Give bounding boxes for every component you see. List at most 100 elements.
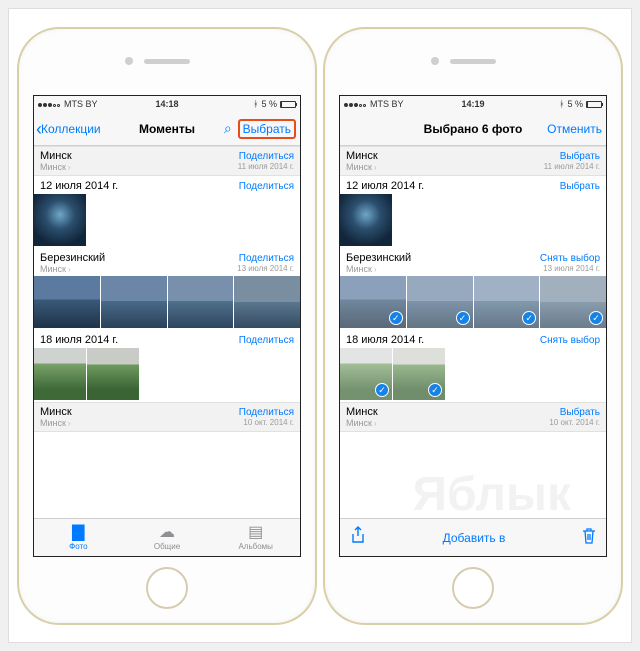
section-subtitle: Минск›: [346, 264, 411, 274]
section-date: 11 июля 2014 г.: [544, 162, 600, 171]
cancel-button[interactable]: Отменить: [547, 122, 602, 136]
phone-speaker: [144, 59, 190, 64]
nav-title: Выбрано 6 фото: [424, 122, 523, 136]
section-title: 12 июля 2014 г.: [40, 180, 118, 192]
section-title: Минск: [40, 150, 72, 162]
photo-thumbnail-selected[interactable]: ✓: [340, 276, 406, 328]
share-button[interactable]: [350, 526, 366, 549]
share-icon: [350, 526, 366, 544]
section-header[interactable]: 18 июля 2014 г. Поделиться: [34, 330, 300, 348]
back-button[interactable]: ‹ Коллекции: [34, 120, 101, 138]
section-header[interactable]: Минск Минск› Поделиться 11 июля 2014 г.: [34, 146, 300, 176]
status-right: ᚼ 5 %: [253, 99, 296, 109]
signal-dots-icon: [344, 99, 367, 109]
moments-scroll[interactable]: Минск Минск› Поделиться 11 июля 2014 г. …: [34, 146, 300, 518]
section-header[interactable]: Минск Минск› Выбрать 10 окт. 2014 г.: [340, 402, 606, 432]
moments-scroll[interactable]: Минск Минск› Выбрать 11 июля 2014 г. 12 …: [340, 146, 606, 518]
add-to-button[interactable]: Добавить в: [443, 531, 506, 545]
photo-thumbnail-selected[interactable]: ✓: [407, 276, 473, 328]
photo-thumbnail[interactable]: [101, 276, 167, 328]
albums-icon: ▤: [248, 525, 263, 541]
status-left: MTS BY: [38, 99, 98, 109]
share-action[interactable]: Поделиться: [239, 335, 294, 346]
cloud-icon: ☁: [159, 525, 175, 541]
section-date: 13 июля 2014 г.: [237, 264, 294, 273]
section-date: 10 окт. 2014 г.: [549, 418, 600, 427]
section-subtitle: Минск›: [40, 264, 105, 274]
section-header[interactable]: Минск Минск› Поделиться 10 окт. 2014 г.: [34, 402, 300, 432]
tab-albums[interactable]: ▤ Альбомы: [211, 519, 300, 556]
signal-dots-icon: [38, 99, 61, 109]
photo-thumbnail-selected[interactable]: ✓: [474, 276, 540, 328]
tab-photos[interactable]: ▇ Фото: [34, 519, 123, 556]
photo-thumbnail[interactable]: [87, 348, 139, 400]
thumbnail-row: [34, 276, 300, 330]
nav-title: Моменты: [139, 122, 195, 136]
section-title: 18 июля 2014 г.: [40, 334, 118, 346]
section-date: 10 окт. 2014 г.: [243, 418, 294, 427]
section-header[interactable]: 12 июля 2014 г. Выбрать: [340, 176, 606, 194]
section-header[interactable]: Березинский Минск› Снять выбор 13 июля 2…: [340, 248, 606, 276]
section-title: Березинский: [346, 252, 411, 264]
status-right: ᚼ 5 %: [559, 99, 602, 109]
trash-button[interactable]: [582, 527, 596, 549]
share-action[interactable]: Поделиться: [239, 151, 294, 162]
carrier-label: MTS BY: [370, 99, 404, 109]
chevron-right-icon: ›: [68, 163, 71, 172]
photo-thumbnail[interactable]: [34, 348, 86, 400]
section-date: 11 июля 2014 г.: [238, 162, 294, 171]
phone-right: MTS BY 14:19 ᚼ 5 % Выбрано 6 фото Отмени…: [323, 27, 623, 625]
tab-label: Альбомы: [238, 542, 272, 551]
section-header[interactable]: Минск Минск› Выбрать 11 июля 2014 г.: [340, 146, 606, 176]
select-action[interactable]: Выбрать: [560, 407, 600, 418]
screen-left: MTS BY 14:18 ᚼ 5 % ‹ Коллекции Моменты ⌕…: [33, 95, 301, 557]
thumbnail-row: ✓ ✓: [340, 348, 606, 402]
status-left: MTS BY: [344, 99, 404, 109]
bluetooth-icon: ᚼ: [253, 99, 258, 109]
chevron-right-icon: ›: [374, 265, 377, 274]
status-bar: MTS BY 14:18 ᚼ 5 %: [34, 96, 300, 112]
section-header[interactable]: Березинский Минск› Поделиться 13 июля 20…: [34, 248, 300, 276]
select-button[interactable]: Выбрать: [238, 119, 296, 139]
trash-icon: [582, 527, 596, 544]
phone-left: MTS BY 14:18 ᚼ 5 % ‹ Коллекции Моменты ⌕…: [17, 27, 317, 625]
photos-icon: ▇: [72, 525, 84, 541]
chevron-right-icon: ›: [374, 419, 377, 428]
home-button[interactable]: [146, 567, 188, 609]
battery-text: 5 %: [567, 99, 583, 109]
share-action[interactable]: Поделиться: [239, 407, 294, 418]
search-button[interactable]: ⌕: [224, 120, 232, 137]
photo-thumbnail-selected[interactable]: ✓: [540, 276, 606, 328]
deselect-action[interactable]: Снять выбор: [540, 335, 600, 346]
photo-thumbnail[interactable]: [168, 276, 234, 328]
select-action[interactable]: Выбрать: [560, 151, 600, 162]
photo-thumbnail-selected[interactable]: ✓: [340, 348, 392, 400]
share-action[interactable]: Поделиться: [239, 253, 294, 264]
battery-icon: [280, 101, 296, 108]
select-action[interactable]: Выбрать: [560, 181, 600, 192]
tab-shared[interactable]: ☁ Общие: [123, 519, 212, 556]
section-subtitle: Минск›: [346, 162, 378, 172]
thumbnail-row: ✓ ✓ ✓ ✓: [340, 276, 606, 330]
photo-thumbnail[interactable]: [34, 194, 86, 246]
section-subtitle: Минск›: [346, 418, 378, 428]
section-header[interactable]: 12 июля 2014 г. Поделиться: [34, 176, 300, 194]
section-title: Минск: [40, 406, 72, 418]
photo-thumbnail-selected[interactable]: ✓: [393, 348, 445, 400]
deselect-action[interactable]: Снять выбор: [540, 253, 600, 264]
home-button[interactable]: [452, 567, 494, 609]
battery-icon: [586, 101, 602, 108]
checkmark-icon: ✓: [428, 383, 442, 397]
section-title: 12 июля 2014 г.: [346, 180, 424, 192]
section-title: 18 июля 2014 г.: [346, 334, 424, 346]
thumbnail-row: [34, 348, 300, 402]
photo-thumbnail[interactable]: [34, 276, 100, 328]
nav-bar: ‹ Коллекции Моменты ⌕ Выбрать: [34, 112, 300, 146]
tab-label: Общие: [154, 542, 180, 551]
section-header[interactable]: 18 июля 2014 г. Снять выбор: [340, 330, 606, 348]
share-action[interactable]: Поделиться: [239, 181, 294, 192]
checkmark-icon: ✓: [589, 311, 603, 325]
photo-thumbnail[interactable]: [340, 194, 392, 246]
battery-text: 5 %: [261, 99, 277, 109]
photo-thumbnail[interactable]: [234, 276, 300, 328]
